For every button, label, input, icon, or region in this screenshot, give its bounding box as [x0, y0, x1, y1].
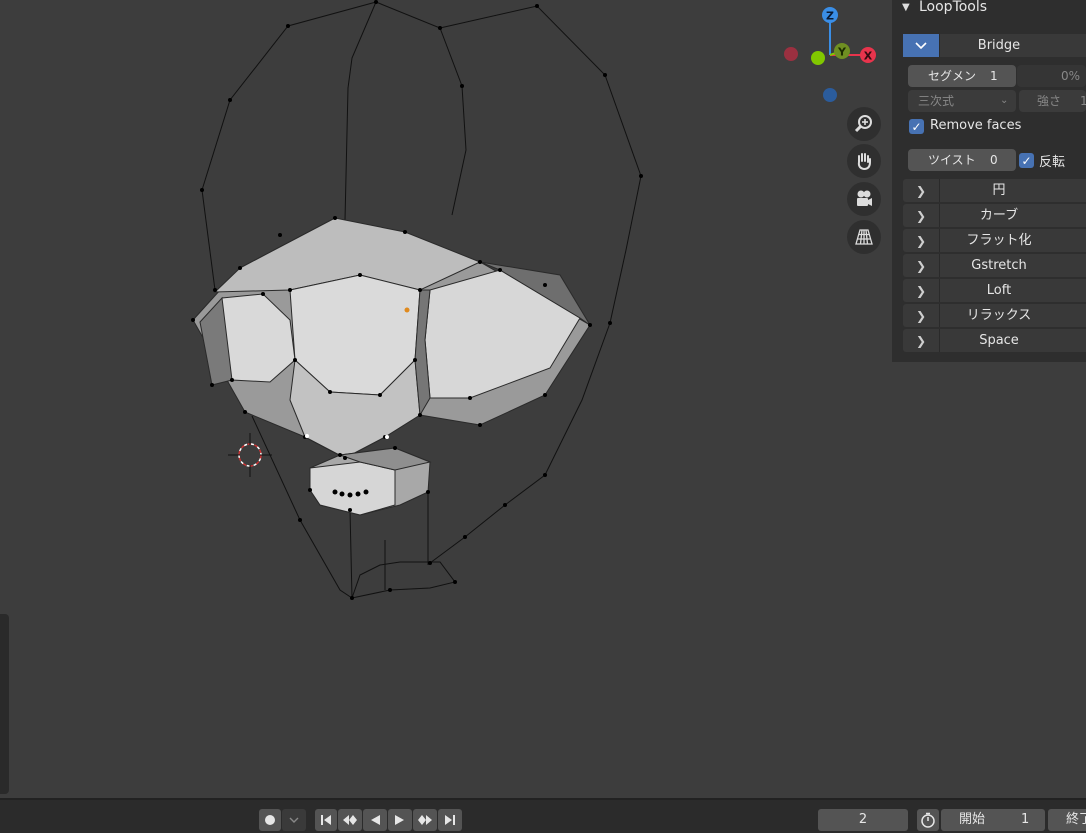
end-frame-label: 終了: [1066, 812, 1086, 827]
remove-faces-checkbox[interactable]: ✓: [909, 119, 924, 134]
start-frame-value: 1: [1021, 812, 1030, 827]
jump-end-button[interactable]: [438, 809, 462, 831]
bridge-subpanel-header[interactable]: Bridge: [903, 34, 1086, 57]
interpolation-value: 三次式: [918, 94, 955, 108]
hand-icon: [857, 153, 871, 171]
panel-title: LoopTools: [919, 0, 988, 15]
tool-label: カーブ: [979, 208, 1019, 223]
checkmark-icon: ✓: [911, 119, 922, 134]
tool-label: フラット化: [966, 233, 1032, 248]
timeline-bar: 2 開始 1 終了: [0, 798, 1086, 833]
play-icon: [395, 815, 404, 825]
gizmo-y-label: Y: [837, 46, 847, 59]
segments-percent: 0%: [1060, 69, 1080, 83]
looptools-panel: ▼ LoopTools Bridge セグメン 1 0% 三次式 ⌄ 強さ 1 …: [892, 0, 1086, 362]
record-button[interactable]: [259, 809, 281, 831]
pan-button[interactable]: [847, 144, 881, 178]
collapse-triangle-icon: ▼: [902, 2, 910, 13]
play-reverse-icon: [371, 815, 380, 825]
end-frame-field[interactable]: 終了: [1048, 809, 1086, 831]
next-keyframe-button[interactable]: [413, 809, 437, 831]
chevron-right-icon: ❯: [903, 229, 940, 252]
3d-cursor-icon: [228, 433, 272, 477]
camera-icon: [857, 190, 872, 206]
twist-label: ツイスト: [928, 153, 976, 167]
tool-circle-header[interactable]: ❯ 円: [903, 179, 1086, 202]
checkmark-icon: ✓: [1021, 153, 1032, 168]
tool-label: リラックス: [966, 308, 1032, 323]
camera-view-button[interactable]: [847, 182, 881, 216]
current-frame-field[interactable]: 2: [818, 809, 908, 831]
tool-space-header[interactable]: ❯ Space: [903, 329, 1086, 352]
zoom-button[interactable]: [847, 107, 881, 141]
chevron-right-icon: ❯: [903, 329, 940, 352]
grid-perspective-icon: [855, 229, 873, 245]
keying-dropdown[interactable]: [282, 809, 306, 831]
segments-label: セグメン: [928, 69, 977, 83]
twist-field[interactable]: ツイスト 0: [908, 149, 1016, 171]
reverse-checkbox[interactable]: ✓: [1019, 153, 1034, 168]
preview-range-button[interactable]: [917, 809, 939, 831]
chevron-right-icon: ❯: [903, 179, 940, 202]
chevron-right-icon: ❯: [903, 279, 940, 302]
prev-keyframe-icon: [343, 815, 357, 825]
tool-label: 円: [992, 183, 1006, 198]
twist-value: 0: [990, 153, 998, 167]
start-frame-label: 開始: [959, 812, 986, 827]
tool-label: Space: [979, 333, 1019, 348]
zoom-icon: [854, 115, 872, 133]
tool-curve-header[interactable]: ❯ カーブ: [903, 204, 1086, 227]
tool-relax-header[interactable]: ❯ リラックス: [903, 304, 1086, 327]
strength-value: 1: [1080, 94, 1086, 108]
toolbar-collapsed-tab[interactable]: [0, 614, 9, 794]
segments-percent-field[interactable]: 0%: [1017, 65, 1086, 87]
chevron-down-icon: [289, 817, 299, 823]
jump-start-icon: [321, 815, 331, 825]
start-frame-field[interactable]: 開始 1: [941, 809, 1045, 831]
segments-value: 1: [990, 69, 998, 83]
jump-end-icon: [445, 815, 455, 825]
chevron-down-icon: [903, 34, 940, 57]
chevron-right-icon: ❯: [903, 304, 940, 327]
chevron-right-icon: ❯: [903, 204, 940, 227]
navigation-gizmo[interactable]: Z Y X: [780, 0, 880, 110]
gizmo-z-label: Z: [826, 10, 834, 23]
bridge-label: Bridge: [977, 38, 1021, 53]
tool-gstretch-header[interactable]: ❯ Gstretch: [903, 254, 1086, 277]
jump-start-button[interactable]: [315, 809, 337, 831]
play-button[interactable]: [388, 809, 412, 831]
next-keyframe-icon: [418, 815, 432, 825]
reverse-label: 反転: [1039, 155, 1066, 170]
tool-label: Gstretch: [971, 258, 1027, 273]
perspective-toggle-button[interactable]: [847, 220, 881, 254]
panel-header[interactable]: ▼ LoopTools: [892, 0, 1086, 20]
tool-loft-header[interactable]: ❯ Loft: [903, 279, 1086, 302]
chevron-down-icon: ⌄: [1000, 95, 1009, 106]
stopwatch-icon: [921, 812, 935, 828]
record-icon: [265, 815, 275, 825]
segments-field[interactable]: セグメン 1: [908, 65, 1016, 87]
prev-keyframe-button[interactable]: [338, 809, 362, 831]
tool-flatten-header[interactable]: ❯ フラット化: [903, 229, 1086, 252]
remove-faces-label: Remove faces: [930, 118, 1022, 133]
tool-label: Loft: [986, 283, 1012, 298]
play-reverse-button[interactable]: [363, 809, 387, 831]
strength-field[interactable]: 強さ 1: [1019, 90, 1086, 112]
gizmo-x-label: X: [864, 50, 873, 63]
interpolation-select[interactable]: 三次式 ⌄: [908, 90, 1016, 112]
chevron-right-icon: ❯: [903, 254, 940, 277]
strength-label: 強さ: [1037, 94, 1062, 108]
